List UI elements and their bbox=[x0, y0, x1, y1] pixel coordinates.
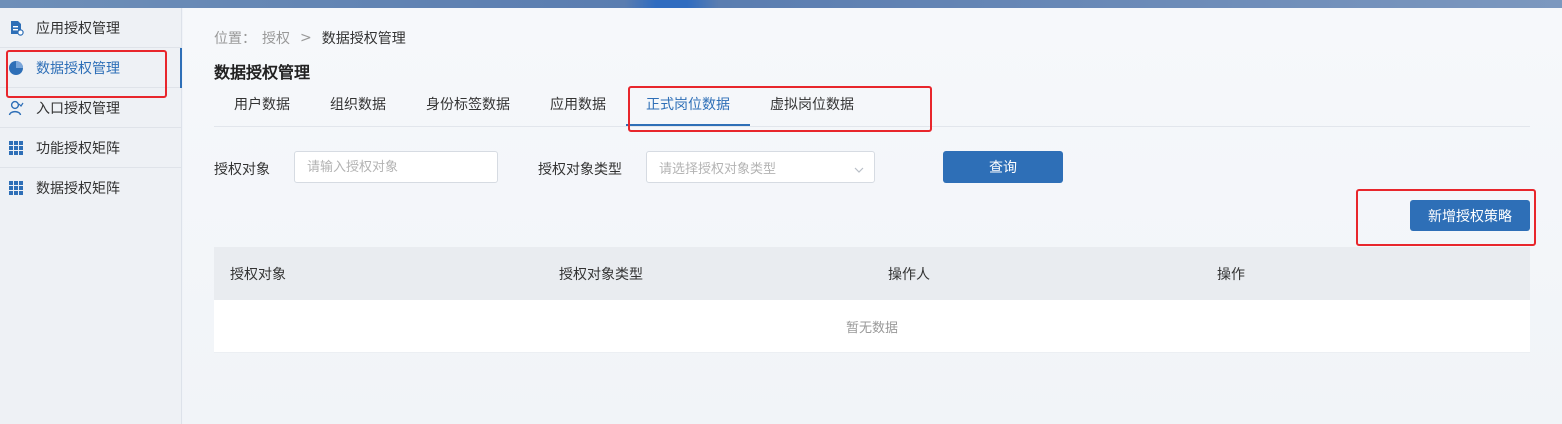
grid-icon bbox=[8, 180, 24, 196]
sidebar-item-entry-auth[interactable]: 入口授权管理 bbox=[0, 88, 181, 128]
grid-icon bbox=[8, 140, 24, 156]
add-policy-button[interactable]: 新增授权策略 bbox=[1410, 200, 1530, 231]
sidebar-item-label: 功能授权矩阵 bbox=[36, 140, 120, 157]
sidebar-item-data-auth[interactable]: 数据授权管理 bbox=[0, 48, 182, 88]
target-type-select[interactable]: 请选择授权对象类型 bbox=[646, 151, 875, 183]
sidebar-item-function-matrix[interactable]: 功能授权矩阵 bbox=[0, 128, 181, 168]
chevron-down-icon bbox=[854, 163, 864, 173]
query-button[interactable]: 查询 bbox=[943, 151, 1063, 183]
filter-bar: 授权对象 授权对象类型 请选择授权对象类型 查询 bbox=[214, 151, 1214, 183]
top-banner bbox=[0, 0, 1562, 8]
select-placeholder: 请选择授权对象类型 bbox=[659, 161, 777, 177]
target-type-label: 授权对象类型 bbox=[538, 162, 622, 178]
sidebar-item-label: 入口授权管理 bbox=[36, 100, 120, 117]
page-title: 数据授权管理 bbox=[214, 63, 311, 82]
breadcrumb-prefix: 位置： bbox=[214, 31, 256, 47]
column-header: 操作人 bbox=[888, 266, 930, 283]
table-empty-state: 暂无数据 bbox=[214, 300, 1530, 353]
pie-chart-icon bbox=[8, 60, 24, 76]
target-label: 授权对象 bbox=[214, 162, 270, 178]
sidebar: 应用授权管理 数据授权管理 入口授权管理 功能授权矩阵 数据授权矩阵 bbox=[0, 8, 182, 424]
main-content: 位置： 授权 > 数据授权管理 数据授权管理 用户数据 组织数据 身份标签数据 … bbox=[183, 8, 1562, 424]
sidebar-item-label: 数据授权管理 bbox=[36, 60, 120, 77]
tab-org-data[interactable]: 组织数据 bbox=[310, 88, 406, 126]
auth-table: 授权对象 授权对象类型 操作人 操作 暂无数据 bbox=[214, 247, 1530, 353]
tab-identity-tag-data[interactable]: 身份标签数据 bbox=[406, 88, 530, 126]
sidebar-item-label: 数据授权矩阵 bbox=[36, 181, 120, 197]
tab-formal-position-data[interactable]: 正式岗位数据 bbox=[626, 88, 750, 126]
column-header: 授权对象类型 bbox=[559, 266, 643, 283]
user-icon bbox=[8, 100, 24, 116]
tab-virtual-position-data[interactable]: 虚拟岗位数据 bbox=[750, 88, 874, 126]
breadcrumb-current: 数据授权管理 bbox=[321, 31, 406, 47]
tab-user-data[interactable]: 用户数据 bbox=[214, 88, 310, 126]
app-doc-icon bbox=[8, 20, 24, 36]
sidebar-item-data-matrix[interactable]: 数据授权矩阵 bbox=[0, 168, 181, 208]
sidebar-item-app-auth[interactable]: 应用授权管理 bbox=[0, 8, 181, 48]
column-header: 操作 bbox=[1217, 266, 1245, 283]
column-header: 授权对象 bbox=[230, 266, 286, 283]
table-header: 授权对象 授权对象类型 操作人 操作 bbox=[214, 247, 1530, 300]
breadcrumb: 位置： 授权 > 数据授权管理 bbox=[214, 28, 406, 48]
breadcrumb-link-auth[interactable]: 授权 bbox=[262, 28, 290, 48]
tab-app-data[interactable]: 应用数据 bbox=[530, 88, 626, 126]
breadcrumb-separator: > bbox=[300, 30, 312, 46]
sidebar-item-label: 应用授权管理 bbox=[36, 20, 120, 37]
target-input[interactable] bbox=[294, 151, 498, 183]
tab-bar: 用户数据 组织数据 身份标签数据 应用数据 正式岗位数据 虚拟岗位数据 bbox=[214, 88, 1530, 127]
